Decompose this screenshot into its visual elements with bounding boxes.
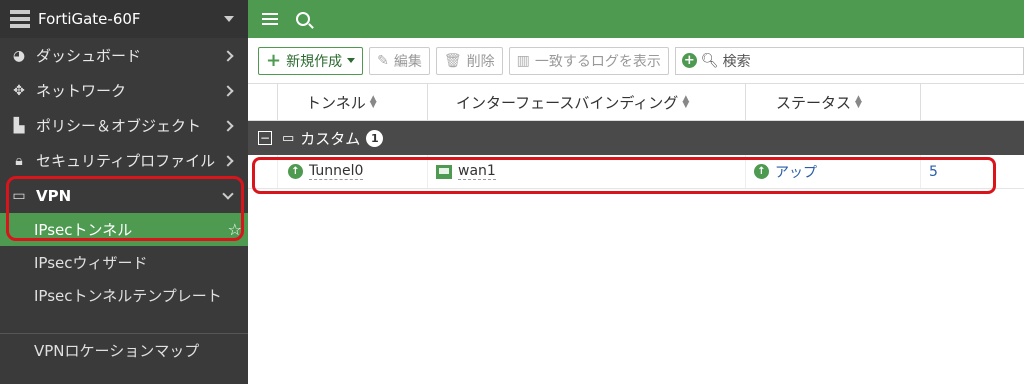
- delete-button[interactable]: 🗑︎ 削除: [435, 46, 503, 75]
- table-header: トンネル ▲ ▼ インターフェースバインディング ▲ ▼ ステータス ▲ ▼: [248, 83, 1024, 121]
- search-icon: 🔍︎: [700, 52, 719, 69]
- sidebar-item-network[interactable]: ✥ ネットワーク: [0, 73, 248, 108]
- show-logs-label: 一致するログを表示: [534, 53, 661, 70]
- sidebar-subitem-ipsec-wizard[interactable]: IPsecウィザード: [0, 246, 248, 279]
- search-input[interactable]: + 🔍︎ 検索: [674, 46, 1024, 75]
- sidebar-subitem-label: VPNロケーションマップ: [34, 342, 200, 360]
- highlight-annotation-sidebar: [6, 176, 244, 241]
- policy-icon: ▙: [13, 117, 25, 134]
- column-header-label: トンネル: [306, 93, 366, 112]
- fortinet-logo-icon: [10, 10, 30, 28]
- edit-label: 編集: [393, 53, 422, 70]
- column-header-tunnel[interactable]: トンネル ▲ ▼: [278, 84, 428, 120]
- collapse-icon[interactable]: −: [258, 131, 272, 145]
- sidebar-subitem-label: IPsecウィザード: [34, 254, 148, 272]
- trash-icon: 🗑︎: [443, 52, 462, 69]
- top-bar: [248, 0, 1024, 38]
- column-header-interface-binding[interactable]: インターフェースバインディング ▲ ▼: [428, 84, 746, 120]
- sort-icon: ▲ ▼: [682, 94, 690, 110]
- sidebar-item-label: ダッシュボード: [36, 47, 142, 65]
- highlight-annotation-row: [252, 157, 996, 194]
- sort-icon: ▲ ▼: [369, 94, 377, 110]
- chevron-right-icon: [222, 119, 234, 132]
- create-new-label: 新規作成: [286, 53, 343, 70]
- group-row-custom[interactable]: − ▭ カスタム 1: [248, 121, 1024, 155]
- sidebar-item-label: セキュリティプロファイル: [36, 152, 216, 170]
- menu-icon[interactable]: [262, 13, 278, 25]
- sidebar-item-dashboard[interactable]: ◕ ダッシュボード: [0, 38, 248, 73]
- group-label: カスタム: [300, 129, 361, 148]
- sort-icon: ▲ ▼: [855, 94, 862, 110]
- laptop-icon: ▭: [282, 130, 295, 146]
- pencil-icon: ✎: [377, 52, 389, 69]
- create-new-button[interactable]: + 新規作成: [258, 46, 364, 75]
- network-icon: ✥: [13, 82, 25, 99]
- search-icon[interactable]: [296, 12, 310, 26]
- column-header-label: ステータス: [776, 93, 852, 112]
- group-count-badge: 1: [366, 129, 384, 147]
- edit-button[interactable]: ✎ 編集: [369, 46, 430, 75]
- column-header-select: [248, 84, 278, 120]
- search-placeholder: 検索: [722, 53, 751, 70]
- sidebar-subitem-ipsec-templates[interactable]: IPsecトンネルテンプレート: [0, 279, 248, 329]
- column-header-status[interactable]: ステータス ▲ ▼: [746, 84, 921, 120]
- chevron-right-icon: [222, 84, 234, 97]
- toolbar: + 新規作成 ✎ 編集 🗑︎ 削除 ▥ 一致するログを表示 + 🔍︎ 検索: [248, 38, 1024, 83]
- show-matching-logs-button[interactable]: ▥ 一致するログを表示: [508, 46, 669, 75]
- dashboard-icon: ◕: [12, 47, 26, 64]
- device-header[interactable]: FortiGate-60F: [0, 0, 248, 38]
- sidebar-item-label: ポリシー＆オブジェクト: [36, 117, 202, 135]
- plus-icon: +: [266, 50, 282, 71]
- sidebar-subitem-label: IPsecトンネルテンプレート: [34, 287, 222, 305]
- chevron-right-icon: [222, 49, 234, 62]
- column-header-ref: [921, 84, 1024, 120]
- device-name: FortiGate-60F: [38, 10, 141, 28]
- add-filter-icon[interactable]: +: [681, 53, 697, 68]
- column-header-label: インターフェースバインディング: [456, 93, 679, 112]
- caret-down-icon: [347, 58, 356, 63]
- chevron-down-icon: [224, 16, 234, 22]
- sidebar-subitem-vpn-location-map[interactable]: VPNロケーションマップ: [0, 334, 248, 367]
- lock-icon: 🔒︎: [15, 152, 23, 169]
- chevron-right-icon: [222, 154, 234, 167]
- bar-chart-icon: ▥: [516, 52, 530, 69]
- delete-label: 削除: [466, 53, 495, 70]
- sidebar-item-label: ネットワーク: [36, 82, 127, 100]
- sidebar-item-policy[interactable]: ▙ ポリシー＆オブジェクト: [0, 108, 248, 143]
- sidebar-item-security-profiles[interactable]: 🔒︎ セキュリティプロファイル: [0, 143, 248, 178]
